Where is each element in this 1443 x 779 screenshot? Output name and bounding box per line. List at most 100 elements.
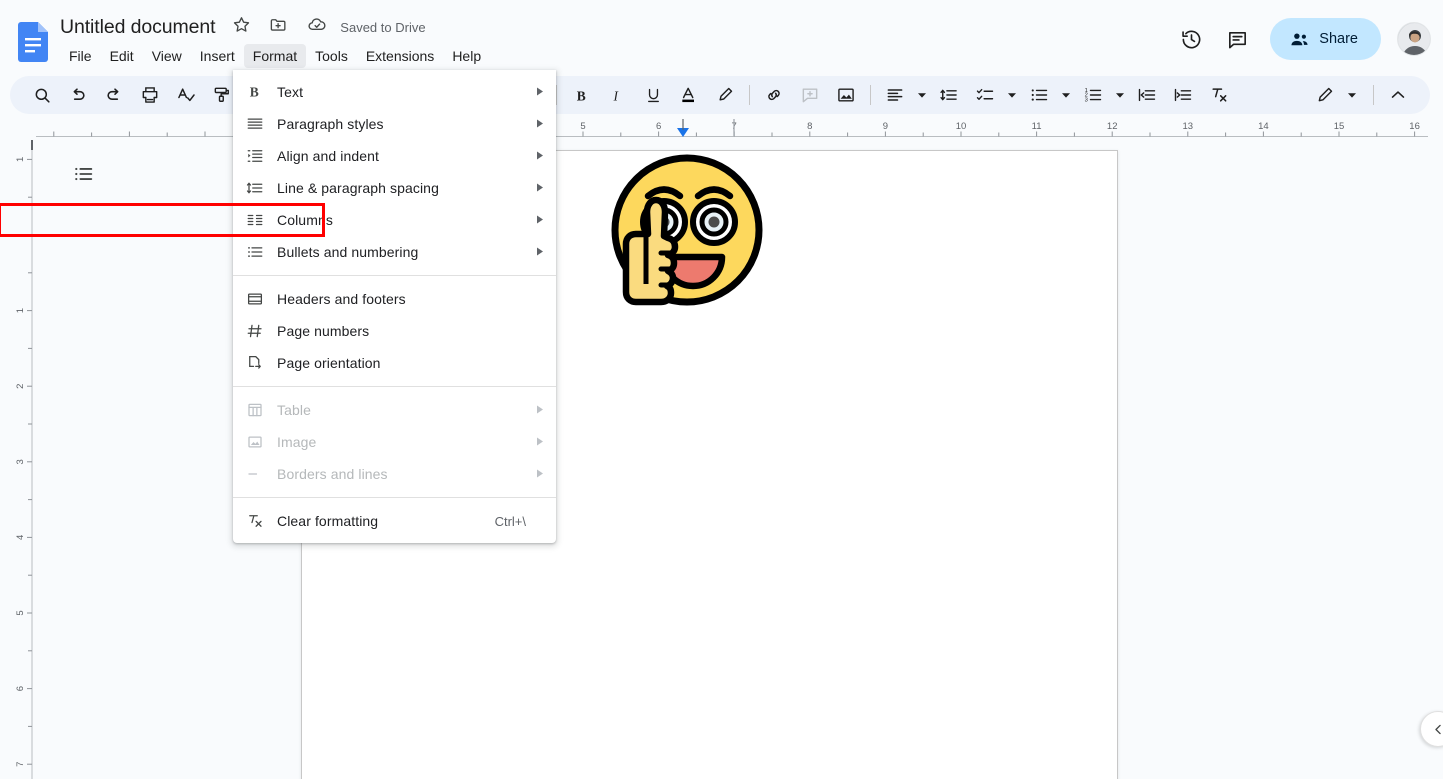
spellcheck-icon[interactable]: [171, 80, 201, 110]
vertical-ruler[interactable]: 11234567: [14, 140, 36, 779]
toolbar-divider: [556, 85, 557, 105]
italic-icon[interactable]: I: [602, 80, 632, 110]
editing-mode-icon[interactable]: [1310, 80, 1340, 110]
submenu-arrow-icon: [530, 247, 544, 258]
comment-icon[interactable]: [1216, 18, 1258, 60]
menu-insert[interactable]: Insert: [191, 44, 244, 68]
menu-item-line-paragraph-spacing[interactable]: Line & paragraph spacing: [233, 172, 556, 204]
bold-text-icon: B: [233, 83, 277, 101]
star-icon[interactable]: [232, 15, 251, 39]
checklist-icon[interactable]: [970, 80, 1000, 110]
submenu-arrow-icon: [530, 183, 544, 194]
menu-item-page-orientation[interactable]: Page orientation: [233, 347, 556, 379]
svg-text:6: 6: [15, 686, 26, 691]
cloud-saved-icon[interactable]: [307, 14, 328, 40]
menu-item-headers-and-footers[interactable]: Headers and footers: [233, 283, 556, 315]
undo-icon[interactable]: [63, 80, 93, 110]
print-icon[interactable]: [135, 80, 165, 110]
menu-item-columns[interactable]: Columns: [233, 204, 556, 236]
submenu-arrow-icon: [530, 405, 544, 416]
menu-item-bullets-and-numbering[interactable]: Bullets and numbering: [233, 236, 556, 268]
svg-text:9: 9: [883, 121, 888, 132]
svg-text:I: I: [612, 88, 618, 103]
svg-text:5: 5: [580, 121, 585, 132]
decrease-indent-icon[interactable]: [1132, 80, 1162, 110]
save-status: Saved to Drive: [340, 20, 425, 35]
highlight-color-icon[interactable]: [710, 80, 740, 110]
menu-help[interactable]: Help: [443, 44, 490, 68]
app-header: Untitled document: [0, 0, 1443, 72]
thumbs-up-smiling-face-emoji[interactable]: [602, 154, 772, 309]
menu-format[interactable]: Format: [244, 44, 306, 68]
underline-icon[interactable]: [638, 80, 668, 110]
svg-text:15: 15: [1334, 121, 1345, 132]
svg-text:3: 3: [15, 459, 26, 464]
align-icon[interactable]: [880, 80, 910, 110]
svg-text:14: 14: [1258, 121, 1269, 132]
svg-text:5: 5: [15, 610, 26, 615]
header-actions: Share: [1170, 18, 1431, 60]
menu-item-label: Image: [277, 432, 530, 452]
submenu-arrow-icon: [530, 119, 544, 130]
move-to-folder-icon[interactable]: [269, 15, 288, 39]
version-history-icon[interactable]: [1170, 18, 1212, 60]
menu-item-label: Headers and footers: [277, 289, 530, 309]
line-spacing-icon[interactable]: [934, 80, 964, 110]
numbered-list-dropdown-icon[interactable]: [1112, 82, 1128, 108]
numbered-list-icon[interactable]: 1 2 3: [1078, 80, 1108, 110]
menu-extensions[interactable]: Extensions: [357, 44, 443, 68]
menu-item-borders-and-lines: Borders and lines: [233, 458, 556, 490]
collapse-toolbar-icon[interactable]: [1383, 80, 1413, 110]
submenu-arrow-icon: [530, 437, 544, 448]
menu-item-label: Line & paragraph spacing: [277, 178, 530, 198]
svg-text:13: 13: [1183, 121, 1194, 132]
menu-item-shortcut: Ctrl+\: [495, 514, 526, 529]
document-outline-icon[interactable]: [70, 160, 98, 188]
bulleted-list-icon[interactable]: [1024, 80, 1054, 110]
menu-file[interactable]: File: [60, 44, 101, 68]
clear-formatting-icon[interactable]: [1204, 80, 1234, 110]
checklist-dropdown-icon[interactable]: [1004, 82, 1020, 108]
paragraph-styles-icon: [233, 115, 277, 133]
bold-icon[interactable]: B: [566, 80, 596, 110]
menu-view[interactable]: View: [143, 44, 191, 68]
svg-text:6: 6: [656, 121, 661, 132]
avatar[interactable]: [1397, 22, 1431, 56]
text-color-icon[interactable]: [674, 80, 704, 110]
svg-text:B: B: [250, 85, 259, 100]
line-spacing-icon: [233, 179, 277, 197]
svg-text:B: B: [576, 88, 585, 103]
menu-item-text[interactable]: BText: [233, 76, 556, 108]
share-button[interactable]: Share: [1270, 18, 1381, 60]
increase-indent-icon[interactable]: [1168, 80, 1198, 110]
svg-text:8: 8: [807, 121, 812, 132]
submenu-arrow-icon: [530, 215, 544, 226]
page-title[interactable]: Untitled document: [60, 14, 215, 40]
add-comment-icon: [795, 80, 825, 110]
bulleted-list-dropdown-icon[interactable]: [1058, 82, 1074, 108]
svg-text:1: 1: [15, 157, 26, 162]
insert-image-icon[interactable]: [831, 80, 861, 110]
redo-icon[interactable]: [99, 80, 129, 110]
menu-item-page-numbers[interactable]: Page numbers: [233, 315, 556, 347]
menu-item-label: Align and indent: [277, 146, 530, 166]
menu-item-clear-formatting[interactable]: Clear formattingCtrl+\: [233, 505, 556, 537]
svg-text:11: 11: [1032, 121, 1042, 132]
toolbar-divider: [1373, 85, 1374, 105]
chevron-left-icon[interactable]: [1420, 711, 1443, 747]
menu-edit[interactable]: Edit: [101, 44, 143, 68]
insert-link-icon[interactable]: [759, 80, 789, 110]
menu-item-table: Table: [233, 394, 556, 426]
docs-file-icon[interactable]: [18, 22, 48, 62]
search-icon[interactable]: [27, 80, 57, 110]
menu-item-label: Bullets and numbering: [277, 242, 530, 262]
share-label: Share: [1319, 31, 1358, 47]
editing-mode-dropdown-icon[interactable]: [1344, 82, 1360, 108]
menu-item-paragraph-styles[interactable]: Paragraph styles: [233, 108, 556, 140]
menu-item-label: Borders and lines: [277, 464, 530, 484]
menu-item-align-and-indent[interactable]: Align and indent: [233, 140, 556, 172]
menu-tools[interactable]: Tools: [306, 44, 357, 68]
align-dropdown-icon[interactable]: [914, 82, 930, 108]
page-orientation-icon: [233, 354, 277, 372]
menu-item-label: Clear formatting: [277, 511, 495, 531]
